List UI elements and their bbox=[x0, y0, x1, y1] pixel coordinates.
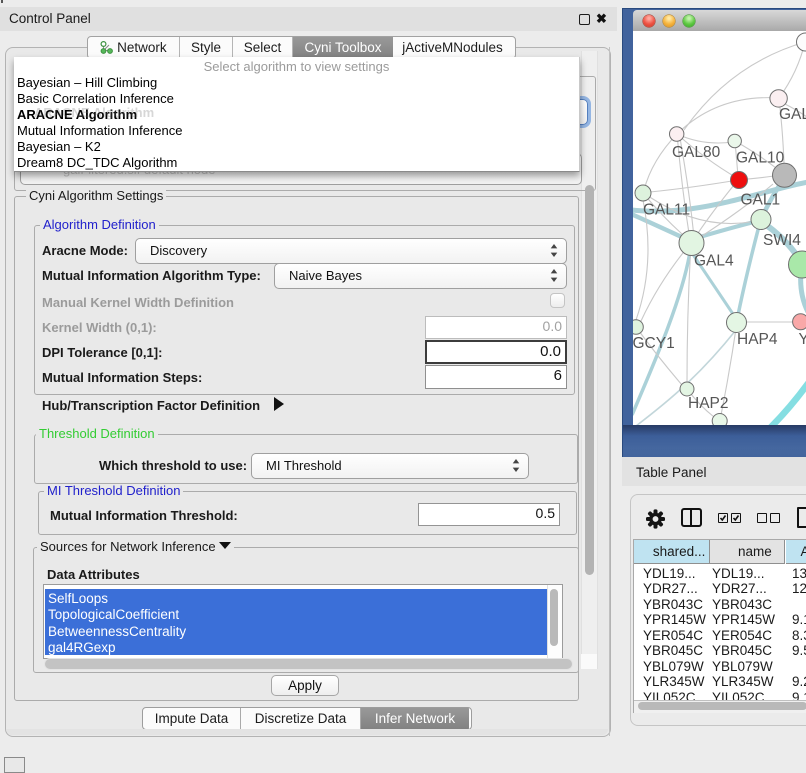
svg-text:SWI4: SWI4 bbox=[763, 232, 801, 249]
svg-text:GAL1: GAL1 bbox=[741, 192, 781, 209]
svg-text:GCY1: GCY1 bbox=[633, 335, 675, 352]
svg-text:HAP2: HAP2 bbox=[688, 395, 729, 412]
svg-text:HAP4: HAP4 bbox=[737, 331, 778, 348]
svg-text:YM: YM bbox=[799, 331, 806, 348]
svg-text:GAL4: GAL4 bbox=[694, 253, 734, 270]
svg-text:GAL80: GAL80 bbox=[672, 144, 721, 161]
svg-text:GAL11: GAL11 bbox=[643, 202, 690, 219]
svg-text:GAL10: GAL10 bbox=[736, 150, 785, 167]
svg-text:GAL2: GAL2 bbox=[779, 106, 806, 123]
